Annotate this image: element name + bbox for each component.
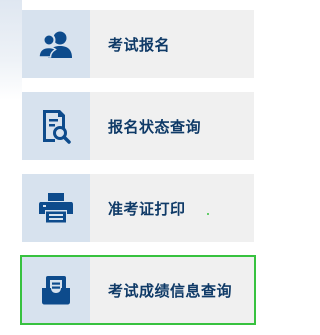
users-icon bbox=[38, 31, 72, 58]
menu-item-label: 考试报名 bbox=[108, 35, 171, 54]
icon-tile bbox=[22, 92, 90, 160]
icon-tile bbox=[22, 174, 90, 242]
page: 考试报名 报名状态查询 准考证打印 考试成绩信息查询 bbox=[0, 0, 267, 335]
service-menu: 考试报名 报名状态查询 准考证打印 考试成绩信息查询 bbox=[20, 10, 256, 335]
menu-item-label: 报名状态查询 bbox=[108, 117, 202, 136]
printer-icon bbox=[39, 193, 73, 223]
menu-item-exam-registration[interactable]: 考试报名 bbox=[22, 10, 254, 78]
icon-tile bbox=[22, 257, 90, 323]
menu-item-label: 准考证打印 bbox=[108, 199, 186, 218]
menu-item-label: 考试成绩信息查询 bbox=[108, 281, 233, 300]
side-gradient bbox=[0, 0, 22, 100]
menu-item-registration-status[interactable]: 报名状态查询 bbox=[22, 92, 254, 160]
document-search-icon bbox=[43, 110, 71, 144]
menu-item-admission-ticket-print[interactable]: 准考证打印 bbox=[22, 174, 254, 242]
decorative-dot bbox=[207, 213, 209, 215]
inbox-tray-icon bbox=[42, 276, 70, 305]
icon-tile bbox=[22, 10, 90, 78]
menu-item-exam-score-query[interactable]: 考试成绩信息查询 bbox=[20, 255, 256, 325]
